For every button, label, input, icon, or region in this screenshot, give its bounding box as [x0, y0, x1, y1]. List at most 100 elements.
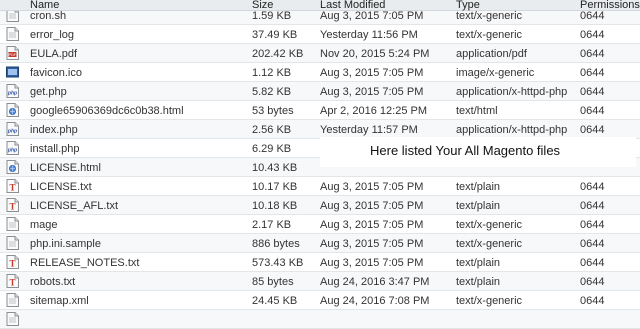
text-file-icon: T [6, 255, 19, 269]
file-row[interactable]: T RELEASE_NOTES.txt 573.43 KB Aug 3, 2015 7… [0, 253, 640, 272]
file-row[interactable]: php.ini.sample 886 bytes Aug 3, 2015 7:05 … [0, 234, 640, 253]
file-type: text/plain [456, 200, 501, 212]
file-size: 2.56 KB [252, 124, 292, 136]
file-row[interactable]: sitemap.xml 24.45 KB Aug 24, 2016 7:08 PM t… [0, 291, 640, 310]
file-name[interactable]: LICENSE.html [30, 161, 101, 175]
permissions-column-header[interactable]: Permissions [580, 0, 640, 11]
file-name[interactable]: index.php [30, 123, 78, 137]
text-file-icon: T [6, 198, 19, 212]
php-file-icon: php [6, 122, 19, 136]
file-size: 886 bytes [252, 238, 300, 250]
file-type: application/x-httpd-php [456, 86, 568, 98]
file-name[interactable]: mage [30, 218, 58, 232]
file-type: text/x-generic [456, 219, 523, 231]
svg-text:T: T [9, 202, 15, 212]
file-permissions: 0644 [580, 124, 605, 136]
file-last-modified: Aug 3, 2015 7:05 PM [320, 219, 424, 231]
file-last-modified: Apr 2, 2016 12:25 PM [320, 105, 428, 117]
generic-file-icon [6, 217, 19, 231]
file-permissions: 0644 [580, 200, 605, 212]
text-file-icon: T [6, 274, 19, 288]
file-last-modified: Aug 3, 2015 7:05 PM [320, 181, 424, 193]
file-permissions: 0644 [580, 257, 605, 269]
file-last-modified: Yesterday 11:56 PM [320, 29, 418, 41]
file-name[interactable]: install.php [30, 142, 80, 156]
file-permissions: 0644 [580, 48, 605, 60]
file-name[interactable]: RELEASE_NOTES.txt [30, 256, 139, 270]
file-size: 53 bytes [252, 105, 294, 117]
file-last-modified: Aug 3, 2015 7:05 PM [320, 86, 424, 98]
name-column-header[interactable]: Name [30, 0, 59, 11]
file-type: text/plain [456, 257, 501, 269]
file-last-modified: Aug 3, 2015 7:05 PM [320, 257, 424, 269]
svg-text:T: T [9, 278, 15, 288]
file-name[interactable]: favicon.ico [30, 66, 82, 80]
file-type: application/pdf [456, 48, 527, 60]
file-name[interactable]: EULA.pdf [30, 47, 77, 61]
generic-file-icon [6, 293, 19, 307]
generic-file-icon [6, 27, 19, 41]
file-permissions: 0644 [580, 29, 605, 41]
file-type: text/x-generic [456, 10, 523, 22]
file-row[interactable]: favicon.ico 1.12 KB Aug 3, 2015 7:05 PM ima… [0, 63, 640, 82]
file-last-modified: Yesterday 11:57 PM [320, 124, 418, 136]
text-file-icon: T [6, 179, 19, 193]
file-row[interactable]: T LICENSE.txt 10.17 KB Aug 3, 2015 7:05 PM t… [0, 177, 640, 196]
file-row[interactable]: Trobots.txt 85 bytes Aug 24, 2016 3:47 PM t… [0, 272, 640, 291]
size-column-header[interactable]: Size [252, 0, 273, 11]
file-name[interactable]: cron.sh [30, 9, 66, 23]
file-permissions: 0644 [580, 10, 605, 22]
file-row[interactable]: mage 2.17 KB Aug 3, 2015 7:05 PM text/x-gen… [0, 215, 640, 234]
file-last-modified: Nov 20, 2015 5:24 PM [320, 48, 430, 60]
file-type: text/x-generic [456, 295, 523, 307]
file-type: text/x-generic [456, 29, 523, 41]
file-permissions: 0644 [580, 295, 605, 307]
svg-text:php: php [7, 129, 17, 135]
file-name[interactable]: LICENSE_AFL.txt [30, 199, 118, 213]
file-name[interactable]: LICENSE.txt [30, 180, 92, 194]
image-file-icon [6, 65, 19, 79]
file-type: text/x-generic [456, 238, 523, 250]
file-size: 6.29 KB [252, 143, 292, 155]
file-row[interactable]: php get.php 5.82 KB Aug 3, 2015 7:05 PM appl… [0, 82, 640, 101]
svg-text:php: php [7, 148, 17, 154]
file-name[interactable]: php.ini.sample [30, 237, 101, 251]
file-last-modified: Aug 24, 2016 7:08 PM [320, 295, 430, 307]
file-size: 5.82 KB [252, 86, 292, 98]
html-file-icon [6, 160, 19, 174]
file-last-modified: Aug 3, 2015 7:05 PM [320, 67, 424, 79]
file-last-modified: Aug 24, 2016 3:47 PM [320, 276, 430, 288]
file-size: 1.12 KB [252, 67, 292, 79]
file-name[interactable]: get.php [30, 85, 67, 99]
file-size: 1.59 KB [252, 10, 292, 22]
file-size: 85 bytes [252, 276, 294, 288]
file-row[interactable]: PDF EULA.pdf 202.42 KB Nov 20, 2015 5:24 PM… [0, 44, 640, 63]
file-size: 202.42 KB [252, 48, 304, 60]
file-row[interactable] [0, 310, 640, 329]
last-modified-column-header[interactable]: Last Modified [320, 0, 385, 11]
type-column-header[interactable]: Type [456, 0, 480, 11]
file-name[interactable]: sitemap.xml [30, 294, 89, 308]
file-name[interactable]: robots.txt [30, 275, 75, 289]
file-name[interactable]: google65906369dc6c0b38.html [30, 104, 184, 118]
file-permissions: 0644 [580, 86, 605, 98]
php-file-icon: php [6, 84, 19, 98]
file-permissions: 0644 [580, 238, 605, 250]
php-file-icon: php [6, 141, 19, 155]
annotation-text: Here listed Your All Magento files [366, 144, 565, 158]
generic-file-icon [6, 312, 19, 326]
file-type: text/html [456, 105, 498, 117]
file-name[interactable]: error_log [30, 28, 74, 42]
file-permissions: 0644 [580, 67, 605, 79]
file-size: 573.43 KB [252, 257, 304, 269]
file-row[interactable]: T LICENSE_AFL.txt 10.18 KB Aug 3, 2015 7:05… [0, 196, 640, 215]
svg-text:php: php [7, 91, 17, 97]
file-type: text/plain [456, 181, 501, 193]
file-row[interactable]: google65906369dc6c0b38.html 53 bytes Apr 2… [0, 101, 640, 120]
file-size: 24.45 KB [252, 295, 298, 307]
html-file-icon [6, 103, 19, 117]
file-row[interactable]: error_log 37.49 KB Yesterday 11:56 PM text/… [0, 25, 640, 44]
file-size: 10.18 KB [252, 200, 298, 212]
file-permissions: 0644 [580, 219, 605, 231]
file-type: application/x-httpd-php [456, 124, 568, 136]
